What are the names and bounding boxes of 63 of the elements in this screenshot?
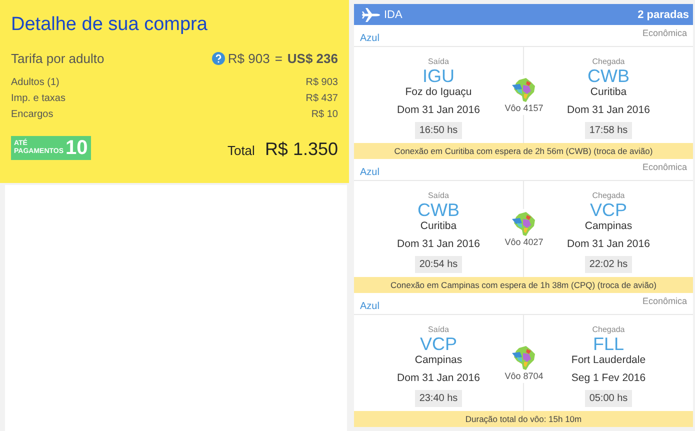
flight-date: Dom 31 Jan 2016 [567, 104, 650, 116]
flight-date: Dom 31 Jan 2016 [397, 238, 480, 250]
airline-link[interactable]: Azul [360, 33, 380, 44]
price-label: Encargos [11, 109, 54, 121]
colorful-map-icon [511, 345, 537, 371]
cabin-class: Econômica [642, 296, 687, 306]
direction-label: IDA [384, 8, 402, 20]
endpoint-label: Chegada [592, 325, 625, 334]
flight-time: 20:54 hs [415, 256, 462, 273]
colorful-map-icon [511, 77, 537, 103]
flight-number: Vôo 4157 [504, 103, 544, 113]
total-value: R$ 1.350 [264, 139, 338, 160]
price-value: R$ 903 [306, 77, 338, 89]
city-name: Curitiba [420, 220, 457, 232]
airport-code: CWB [588, 66, 630, 86]
flight-number: Vôo 4027 [504, 237, 544, 247]
flight-date: Seg 1 Fev 2016 [571, 372, 646, 384]
price-value: R$ 10 [311, 109, 338, 121]
fare-price-usd: US$ 236 [287, 51, 338, 66]
flight-time: 17:58 hs [585, 122, 632, 139]
endpoint-label: Saída [428, 325, 449, 334]
flight-time: 23:40 hs [415, 390, 462, 407]
airport-code: IGU [422, 66, 454, 86]
airline-link[interactable]: Azul [360, 167, 380, 178]
total-label: Total [227, 143, 255, 158]
airport-code: VCP [590, 200, 627, 220]
city-name: Fort Lauderdale [571, 354, 646, 366]
flight-date: Dom 31 Jan 2016 [567, 238, 650, 250]
stops-count: 2 paradas [638, 8, 689, 20]
airport-code: CWB [418, 200, 460, 220]
city-name: Foz do Iguaçu [405, 86, 472, 98]
endpoint-label: Chegada [592, 191, 625, 200]
endpoint-label: Chegada [592, 57, 625, 66]
flight-time: 05:00 hs [585, 390, 632, 407]
flight-date: Dom 31 Jan 2016 [397, 372, 480, 384]
price-label: Adultos (1) [11, 77, 60, 89]
cabin-class: Econômica [642, 28, 687, 38]
cabin-class: Econômica [642, 162, 687, 172]
colorful-map-icon [511, 211, 537, 237]
flight-time: 22:02 hs [585, 256, 632, 273]
city-name: Campinas [414, 354, 462, 366]
flight-time: 16:50 hs [415, 122, 462, 139]
equals-sign: = [274, 51, 282, 66]
endpoint-label: Saída [428, 191, 449, 200]
price-label: Imp. e taxas [11, 93, 66, 105]
airplane-icon [362, 8, 380, 22]
endpoint-label: Saída [428, 57, 449, 66]
connection-note: Conexão em Curitiba com espera de 2h 56m (CWB) (troca de avião) [354, 143, 693, 159]
flight-date: Dom 31 Jan 2016 [397, 104, 480, 116]
airport-code: VCP [420, 334, 457, 354]
city-name: Curitiba [590, 86, 627, 98]
price-value: R$ 437 [306, 93, 338, 105]
installments-count: 10 [66, 137, 88, 159]
city-name: Campinas [584, 220, 632, 232]
fare-label: Tarifa por adulto [11, 51, 104, 66]
connection-note: Conexão em Campinas com espera de 1h 38m (CPQ) (troca de avião) [354, 277, 693, 293]
airline-link[interactable]: Azul [360, 301, 380, 312]
airport-code: FLL [592, 334, 624, 354]
help-icon[interactable] [212, 52, 225, 65]
fare-price: R$ 903 [228, 51, 270, 66]
summary-title: Detalhe de sua compra [11, 14, 208, 36]
connection-note: Duração total do vôo: 15h 10m [354, 411, 693, 427]
flight-number: Vôo 8704 [504, 371, 544, 381]
